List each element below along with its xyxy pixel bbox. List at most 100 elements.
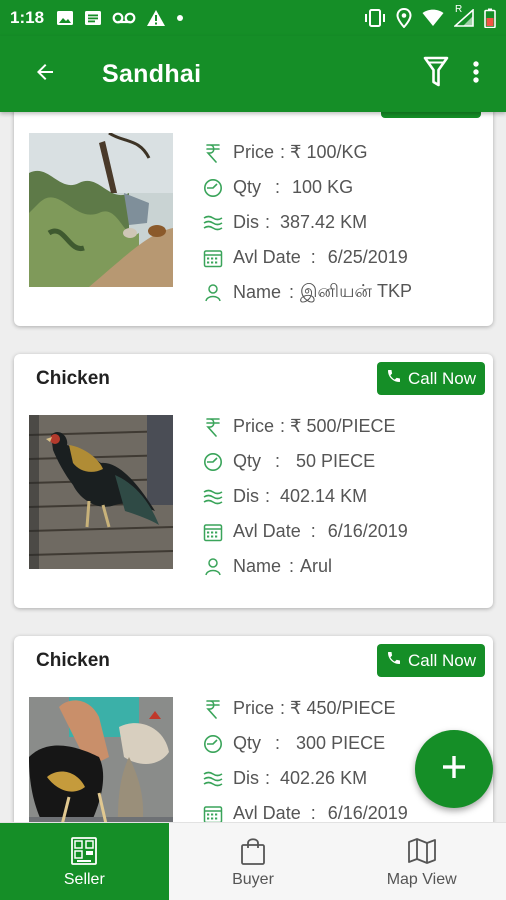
- distance-label: Dis: [233, 486, 259, 506]
- qty-row: Qty:50 PIECE: [202, 444, 408, 479]
- price-value: ₹ 500/PIECE: [290, 416, 396, 436]
- filter-button[interactable]: [414, 52, 458, 96]
- gauge-icon: [202, 177, 224, 199]
- nav-item-map-view[interactable]: Map View: [337, 823, 506, 900]
- person-icon: [202, 282, 224, 304]
- price-value: ₹ 450/PIECE: [290, 698, 396, 718]
- status-system-icons: R: [364, 4, 496, 28]
- app-bar: Sandhai: [0, 36, 506, 112]
- distance-value: 387.42 KM: [280, 212, 368, 232]
- calendar-icon: [202, 247, 224, 269]
- qty-row: Qty:300 PIECE: [202, 726, 408, 761]
- seller-name-value: இனியன் TKP: [300, 281, 412, 301]
- add-listing-button[interactable]: [415, 730, 493, 808]
- price-label: Price: [233, 416, 275, 436]
- rupee-icon: [202, 142, 224, 164]
- image-icon: [56, 10, 74, 26]
- date-row: Avl Date:6/25/2019: [202, 240, 412, 275]
- status-time: 1:18: [10, 8, 45, 27]
- signal-icon: R: [454, 4, 474, 27]
- listing-card[interactable]: Chicken Call Now Price: ₹ 500/PIECE Qty…: [14, 354, 493, 608]
- listing-feed[interactable]: Price: ₹ 100/KG Qty:100 KG Dis:387.42 KM …: [0, 112, 506, 822]
- call-now-button[interactable]: [381, 112, 481, 118]
- date-value: 6/16/2019: [327, 803, 408, 822]
- listing-photo: [29, 133, 173, 287]
- phone-icon: [386, 368, 402, 389]
- seller-name-label: Name: [233, 556, 282, 576]
- listing-photo: [29, 415, 173, 569]
- date-row: Avl Date:6/16/2019: [202, 514, 408, 549]
- distance-label: Dis: [233, 212, 259, 232]
- gauge-icon: [202, 733, 224, 755]
- dot-icon: [176, 14, 184, 22]
- back-button[interactable]: [22, 51, 68, 97]
- person-icon: [202, 556, 224, 578]
- seller-name-value: Arul: [300, 556, 333, 576]
- add-icon: [441, 754, 467, 785]
- seller-icon: [69, 835, 99, 867]
- calendar-icon: [202, 803, 224, 822]
- roaming-mark: R: [455, 4, 463, 15]
- gauge-icon: [202, 451, 224, 473]
- nav-label-buyer: Buyer: [232, 870, 274, 888]
- distance-value: 402.14 KM: [280, 486, 368, 506]
- date-label: Avl Date: [233, 803, 301, 822]
- waves-icon: [202, 486, 224, 508]
- call-now-button[interactable]: Call Now: [376, 362, 485, 395]
- battery-icon: [484, 8, 496, 28]
- price-value: ₹ 100/KG: [290, 142, 368, 162]
- price-label: Price: [233, 698, 275, 718]
- date-value: 6/25/2019: [327, 247, 408, 267]
- listing-title: Chicken: [36, 368, 110, 389]
- rupee-icon: [202, 416, 224, 438]
- distance-row: Dis:387.42 KM: [202, 205, 412, 240]
- date-value: 6/16/2019: [327, 521, 408, 541]
- vibrate-icon: [364, 9, 386, 27]
- filter-icon: [423, 55, 449, 94]
- seller-name-row: Name: Arul: [202, 549, 408, 584]
- price-row: Price: ₹ 500/PIECE: [202, 409, 408, 444]
- calendar-icon: [202, 521, 224, 543]
- distance-label: Dis: [233, 768, 259, 788]
- shopping-bag-icon: [239, 835, 267, 867]
- listing-card[interactable]: Chicken Call Now Price: ₹ 450/PIECE Qty …: [14, 636, 493, 822]
- qty-row: Qty:100 KG: [202, 170, 412, 205]
- listing-details: Price: ₹ 450/PIECE Qty:300 PIECE Dis:402.…: [202, 691, 408, 822]
- map-icon: [407, 835, 437, 867]
- voicemail-icon: [112, 12, 136, 24]
- qty-label: Qty: [233, 177, 262, 197]
- arrow-back-icon: [33, 60, 57, 89]
- qty-value: 300 PIECE: [296, 733, 386, 753]
- more-options-button[interactable]: [458, 52, 494, 96]
- date-row: Avl Date:6/16/2019: [202, 796, 408, 822]
- warning-icon: [146, 9, 166, 27]
- price-label: Price: [233, 142, 275, 162]
- message-icon: [84, 10, 102, 26]
- nav-item-seller[interactable]: Seller: [0, 823, 169, 900]
- qty-value: 100 KG: [292, 177, 354, 197]
- price-row: Price: ₹ 100/KG: [202, 135, 412, 170]
- distance-value: 402.26 KM: [280, 768, 368, 788]
- price-row: Price: ₹ 450/PIECE: [202, 691, 408, 726]
- call-now-label: Call Now: [407, 650, 476, 670]
- qty-label: Qty: [233, 451, 262, 471]
- waves-icon: [202, 212, 224, 234]
- phone-icon: [386, 650, 402, 671]
- listing-details: Price: ₹ 100/KG Qty:100 KG Dis:387.42 KM …: [202, 135, 412, 310]
- qty-label: Qty: [233, 733, 262, 753]
- date-label: Avl Date: [233, 521, 301, 541]
- nav-label-seller: Seller: [63, 870, 105, 888]
- call-now-button[interactable]: Call Now: [376, 644, 485, 677]
- status-notification-icons: [56, 9, 184, 27]
- nav-item-buyer[interactable]: Buyer: [169, 823, 338, 900]
- rupee-icon: [202, 698, 224, 720]
- date-label: Avl Date: [233, 247, 301, 267]
- wifi-icon: [422, 9, 444, 27]
- distance-row: Dis:402.26 KM: [202, 761, 408, 796]
- more-vert-icon: [472, 60, 480, 89]
- listing-details: Price: ₹ 500/PIECE Qty:50 PIECE Dis:402.1…: [202, 409, 408, 584]
- distance-row: Dis:402.14 KM: [202, 479, 408, 514]
- call-now-label: Call Now: [407, 368, 476, 388]
- seller-name-row: Name: இனியன் TKP: [202, 275, 412, 310]
- listing-card[interactable]: Price: ₹ 100/KG Qty:100 KG Dis:387.42 KM …: [14, 112, 493, 326]
